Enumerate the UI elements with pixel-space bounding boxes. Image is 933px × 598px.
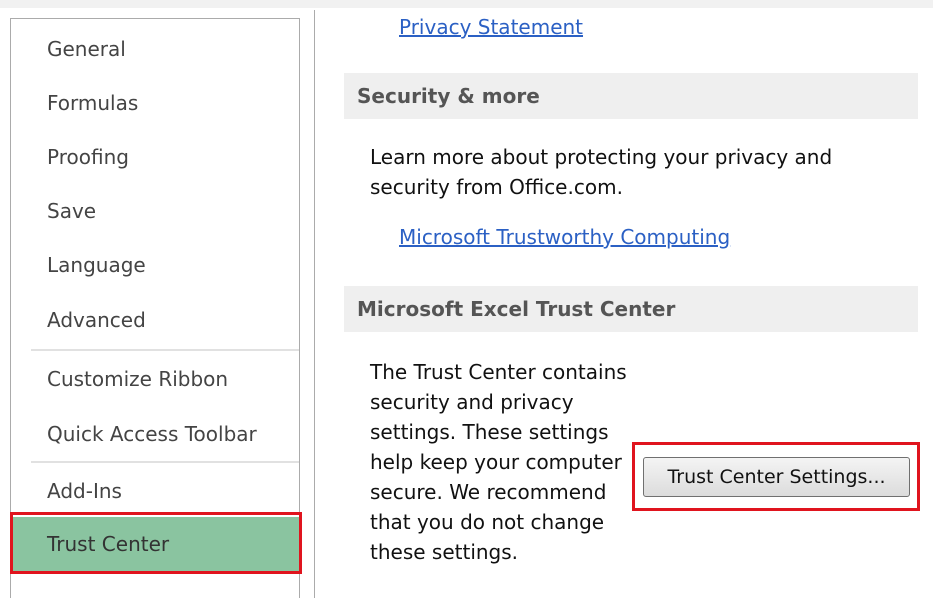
security-section-header: Security & more [344,73,918,119]
nav-item-label: Quick Access Toolbar [47,422,257,446]
nav-item-proofing[interactable]: Proofing [11,133,299,181]
nav-item-general[interactable]: General [11,25,299,73]
nav-item-label: Language [47,253,146,277]
nav-separator [31,349,299,351]
section-title: Microsoft Excel Trust Center [357,297,676,321]
trust-center-settings-button[interactable]: Trust Center Settings... [643,457,910,497]
nav-item-language[interactable]: Language [11,241,299,289]
trustworthy-computing-link[interactable]: Microsoft Trustworthy Computing [399,225,730,249]
nav-item-label: Customize Ribbon [47,367,229,391]
button-label: Trust Center Settings... [667,466,886,488]
trust-center-section-header: Microsoft Excel Trust Center [344,286,918,332]
top-strip [0,0,933,8]
nav-item-advanced[interactable]: Advanced [11,296,299,344]
nav-item-add-ins[interactable]: Add-Ins [11,467,299,515]
nav-item-label: Advanced [47,308,146,332]
content-panel: Privacy Statement Security & more Learn … [314,10,933,598]
nav-item-trust-center[interactable]: Trust Center [11,517,299,571]
nav-item-label: Trust Center [47,532,170,556]
nav-item-customize-ribbon[interactable]: Customize Ribbon [11,355,299,403]
trust-center-description: The Trust Center contains security and p… [370,360,627,564]
options-nav: General Formulas Proofing Save Language … [10,18,300,598]
nav-item-label: Formulas [47,91,139,115]
privacy-statement-link[interactable]: Privacy Statement [399,15,583,39]
nav-item-label: Proofing [47,145,129,169]
nav-separator [31,461,299,463]
nav-item-save[interactable]: Save [11,187,299,235]
nav-item-label: Save [47,199,97,223]
nav-item-label: Add-Ins [47,479,122,503]
nav-item-label: General [47,37,126,61]
section-title: Security & more [357,84,540,108]
nav-item-quick-access-toolbar[interactable]: Quick Access Toolbar [11,410,299,458]
security-description: Learn more about protecting your privacy… [370,145,833,199]
nav-item-formulas[interactable]: Formulas [11,79,299,127]
